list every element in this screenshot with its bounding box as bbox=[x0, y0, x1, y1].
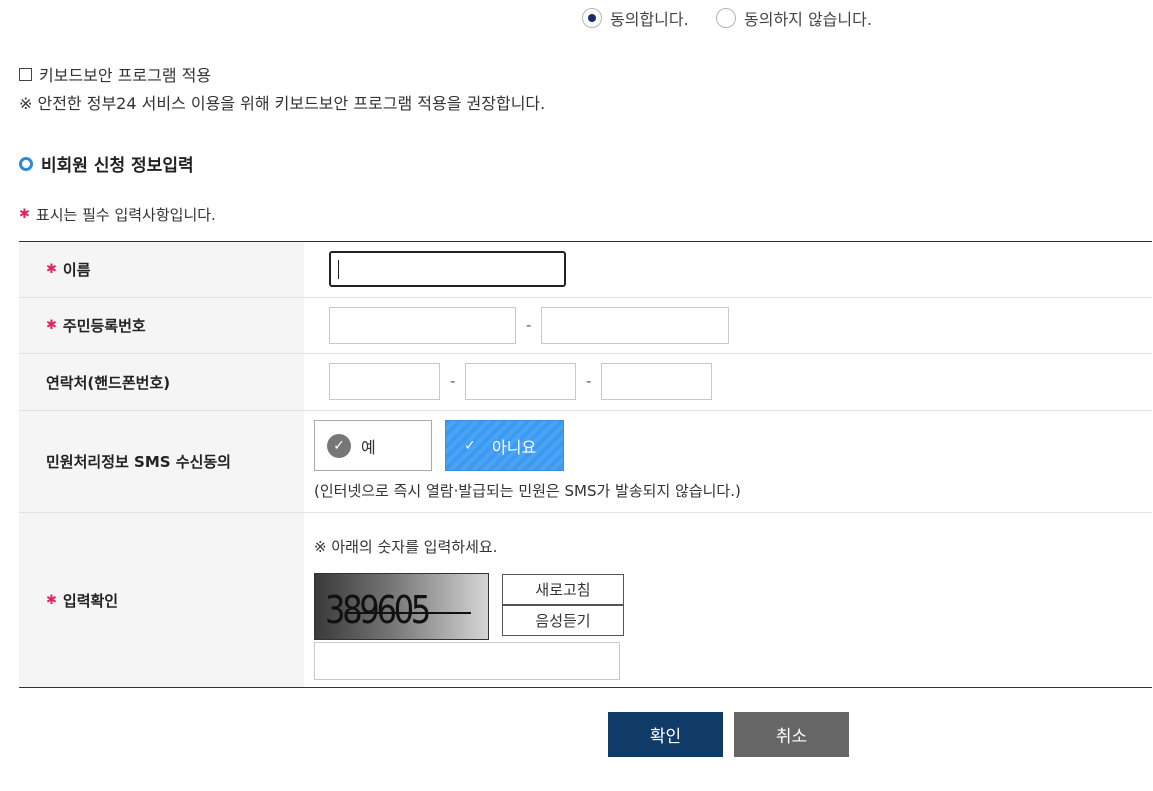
name-row: ✱ 이름 bbox=[19, 242, 1152, 298]
check-icon: ✓ bbox=[327, 433, 351, 458]
phone-header: 연락처(핸드폰번호) bbox=[19, 354, 304, 410]
required-star-icon: ✱ bbox=[46, 262, 57, 277]
sms-no-button[interactable]: ✓ 아니요 bbox=[445, 420, 564, 471]
keyboard-security-note: ※ 안전한 정부24 서비스 이용을 위해 키보드보안 프로그램 적용을 권장합… bbox=[19, 94, 546, 113]
phone-separator-1: - bbox=[450, 372, 456, 390]
captcha-header: ✱ 입력확인 bbox=[19, 513, 304, 687]
phone-label: 연락처(핸드폰번호) bbox=[46, 373, 171, 392]
name-label: 이름 bbox=[62, 261, 91, 279]
rrn-back-input[interactable] bbox=[541, 307, 729, 344]
applicant-form: ✱ 이름 ✱ 주민등록번호 - 연락처(핸드폰번호) - - 민원처리정보 SM… bbox=[19, 241, 1152, 688]
phone-part3-input[interactable] bbox=[601, 363, 712, 400]
section-title-text: 비회원 신청 정보입력 bbox=[41, 156, 194, 176]
captcha-audio-button[interactable]: 음성듣기 bbox=[502, 605, 624, 636]
required-note-text: 표시는 필수 입력사항입니다. bbox=[35, 206, 216, 224]
keyboard-security-label: 키보드보안 프로그램 적용 bbox=[39, 66, 212, 85]
radio-selected-icon bbox=[582, 8, 602, 28]
required-star-icon: ✱ bbox=[19, 207, 30, 222]
captcha-strike-line bbox=[345, 612, 471, 614]
sms-label: 민원처리정보 SMS 수신동의 bbox=[46, 453, 231, 471]
rrn-row: ✱ 주민등록번호 - bbox=[19, 298, 1152, 354]
phone-part2-input[interactable] bbox=[465, 363, 576, 400]
captcha-image: 389605 bbox=[314, 573, 489, 640]
sms-note: (인터넷으로 즉시 열람·발급되는 민원은 SMS가 발송되지 않습니다.) bbox=[314, 482, 741, 500]
radio-empty-icon bbox=[716, 8, 736, 28]
captcha-label: 입력확인 bbox=[62, 591, 119, 610]
keyboard-security-option[interactable]: 키보드보안 프로그램 적용 bbox=[19, 62, 211, 86]
sms-row: 민원처리정보 SMS 수신동의 ✓ 예 ✓ 아니요 (인터넷으로 즉시 열람·발… bbox=[19, 411, 1152, 513]
phone-row: 연락처(핸드폰번호) - - bbox=[19, 354, 1152, 411]
captcha-refresh-button[interactable]: 새로고침 bbox=[502, 574, 624, 605]
rrn-label: 주민등록번호 bbox=[62, 317, 146, 335]
phone-part1-input[interactable] bbox=[329, 363, 440, 400]
required-star-icon: ✱ bbox=[46, 318, 57, 333]
check-icon: ✓ bbox=[464, 437, 476, 454]
disagree-label: 동의하지 않습니다. bbox=[744, 10, 872, 29]
captcha-input[interactable] bbox=[314, 642, 620, 680]
text-caret bbox=[338, 260, 339, 279]
bullet-ring-icon bbox=[19, 156, 33, 171]
phone-separator-2: - bbox=[586, 372, 592, 390]
keyboard-security-checkbox[interactable] bbox=[19, 67, 32, 81]
required-note: ✱ 표시는 필수 입력사항입니다. bbox=[19, 204, 216, 225]
sms-yes-label: 예 bbox=[361, 437, 376, 457]
cancel-button[interactable]: 취소 bbox=[734, 712, 849, 757]
confirm-button[interactable]: 확인 bbox=[608, 712, 723, 757]
sms-no-label: 아니요 bbox=[492, 437, 537, 457]
captcha-row: ✱ 입력확인 ※ 아래의 숫자를 입력하세요. 389605 새로고침 음성듣기 bbox=[19, 513, 1152, 687]
agree-radio[interactable]: 동의합니다. bbox=[582, 6, 689, 30]
agree-label: 동의합니다. bbox=[610, 10, 689, 29]
disagree-radio[interactable]: 동의하지 않습니다. bbox=[716, 6, 872, 30]
rrn-separator: - bbox=[526, 316, 532, 334]
name-header: ✱ 이름 bbox=[19, 242, 304, 297]
sms-header: 민원처리정보 SMS 수신동의 bbox=[19, 411, 304, 512]
captcha-note: ※ 아래의 숫자를 입력하세요. bbox=[314, 538, 498, 556]
captcha-digits: 389605 bbox=[325, 588, 431, 632]
section-title: 비회원 신청 정보입력 bbox=[19, 151, 194, 176]
sms-yes-button[interactable]: ✓ 예 bbox=[314, 420, 432, 471]
required-star-icon: ✱ bbox=[46, 592, 57, 608]
rrn-header: ✱ 주민등록번호 bbox=[19, 298, 304, 353]
rrn-front-input[interactable] bbox=[329, 307, 516, 344]
name-input[interactable] bbox=[329, 251, 566, 287]
